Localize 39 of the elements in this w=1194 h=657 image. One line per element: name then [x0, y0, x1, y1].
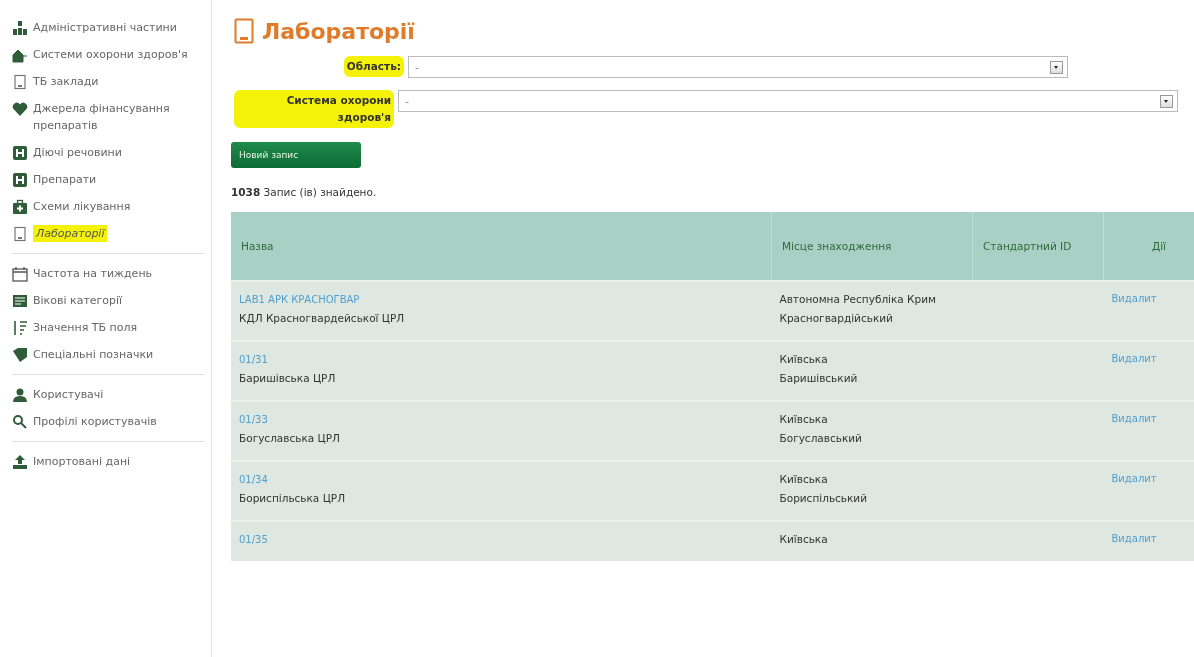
- location-text: Богуславський: [779, 431, 863, 446]
- lab-name: Баришівська ЦРЛ: [239, 371, 337, 386]
- location-text: Баришівський: [779, 371, 859, 386]
- sidebar-item[interactable]: Частота на тиждень: [12, 260, 205, 287]
- location-text: Автономна Республіка Крим: [779, 292, 937, 307]
- location-text: Київська: [779, 532, 829, 547]
- sidebar-item[interactable]: Вікові категорії: [12, 287, 205, 314]
- select-field[interactable]: -: [408, 56, 1068, 78]
- filter-label: Система охорони здоров'я: [234, 90, 394, 128]
- sidebar-item[interactable]: Значення ТБ поля: [12, 314, 205, 341]
- sidebar-item[interactable]: Адміністративні частини: [12, 14, 205, 41]
- result-count: 1038 Запис (ів) знайдено.: [231, 186, 378, 198]
- location-text: Красногвардійський: [779, 311, 894, 326]
- lab-name: КДЛ Красногвардейської ЦРЛ: [239, 311, 406, 326]
- sidebar-item[interactable]: Схеми лікування: [12, 193, 205, 220]
- sidebar-item[interactable]: Препарати: [12, 166, 205, 193]
- sidebar-item[interactable]: ТБ заклади: [12, 68, 205, 95]
- sidebar-item[interactable]: Системи охорони здоров'я: [12, 41, 205, 68]
- column-header: Назва: [231, 212, 772, 281]
- sidebar-item[interactable]: Джерела фінансування препаратів: [12, 95, 205, 139]
- lab-name: Богуславська ЦРЛ: [239, 431, 341, 446]
- sidebar-item[interactable]: Імпортовані дані: [12, 448, 205, 475]
- column-header: Дії: [1103, 212, 1194, 281]
- sidebar-item[interactable]: Користувачі: [12, 381, 205, 408]
- column-header: Стандартний ID: [972, 212, 1104, 281]
- sidebar-item[interactable]: Діючі речовини: [12, 139, 205, 166]
- page-title: Лабораторії: [262, 18, 415, 44]
- sidebar-item[interactable]: Лабораторії: [12, 220, 205, 247]
- column-header: Місце знаходження: [771, 212, 973, 281]
- location-text: Київська: [779, 472, 829, 487]
- new-record-button[interactable]: Новий запис: [231, 142, 361, 168]
- select-field[interactable]: -: [398, 90, 1178, 112]
- sidebar-item[interactable]: Профілі користувачів: [12, 408, 205, 435]
- location-text: Бориспільський: [779, 491, 869, 506]
- location-text: Київська: [779, 352, 829, 367]
- location-text: Київська: [779, 412, 829, 427]
- sidebar-item[interactable]: Спеціальні позначки: [12, 341, 205, 368]
- lab-name: Бориспільська ЦРЛ: [239, 491, 347, 506]
- filter-label: Область:: [343, 56, 404, 77]
